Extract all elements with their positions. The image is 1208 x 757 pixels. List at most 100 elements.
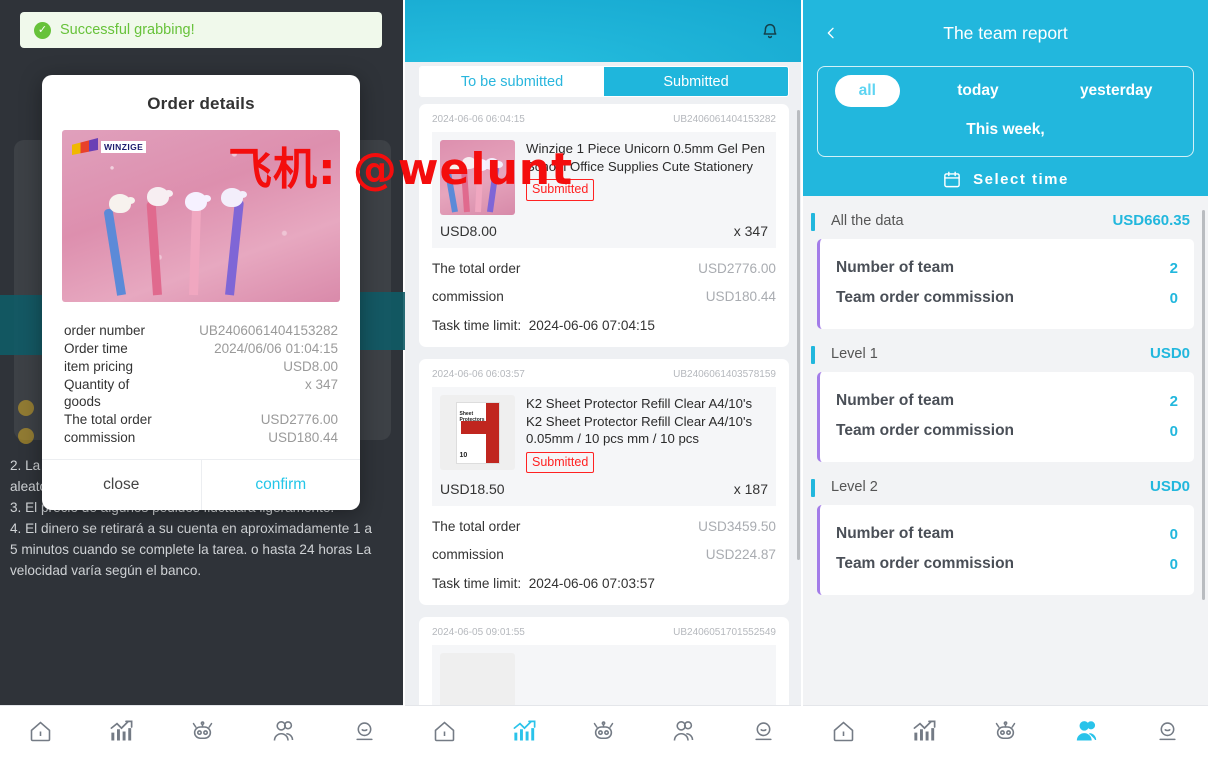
filter-this-week[interactable]: This week,	[942, 114, 1068, 146]
order-commission-row: commission USD180.44	[432, 276, 776, 304]
detail-value: USD2776.00	[260, 412, 338, 427]
detail-row: item pricing USD8.00	[64, 358, 338, 375]
scrollbar-middle[interactable]	[797, 110, 800, 560]
bell-icon[interactable]	[759, 20, 781, 42]
detail-row: Quantity of goods x 347	[64, 376, 338, 410]
sheet-protector-box-icon: Sheet Protectors 10	[455, 401, 500, 464]
order-time-limit: Task time limit: 2024-06-06 07:04:15	[432, 304, 776, 333]
nav-profile[interactable]	[723, 718, 803, 745]
chevron-left-icon[interactable]	[823, 25, 839, 41]
tab-submitted[interactable]: Submitted	[604, 67, 788, 96]
detail-label: Order time	[64, 341, 128, 356]
time-limit-label: Task time limit:	[432, 576, 522, 591]
metric-label: Number of team	[836, 525, 954, 542]
chart-icon	[110, 720, 133, 741]
panel-divider-2	[801, 0, 803, 757]
scrollbar-right[interactable]	[1202, 210, 1205, 600]
metric-value: 0	[1169, 525, 1178, 543]
time-limit-label: Task time limit:	[432, 318, 522, 333]
nav-profile[interactable]	[324, 718, 405, 745]
success-toast: ✓ Successful grabbing!	[20, 12, 382, 48]
nav-chart[interactable]	[485, 718, 565, 745]
order-card[interactable]: 2024-06-05 09:01:55 UB2406051701552549	[419, 617, 789, 705]
metric-row: Number of team 2	[836, 386, 1178, 416]
panel-team-report: The team report all today yesterday This…	[803, 0, 1208, 757]
metric-row: Team order commission 0	[836, 416, 1178, 446]
order-timestamp: 2024-06-06 06:03:57	[432, 369, 525, 380]
status-badge: Submitted	[526, 179, 595, 201]
home-icon	[435, 721, 455, 742]
order-timestamp: 2024-06-05 09:01:55	[432, 627, 525, 638]
detail-value: USD180.44	[268, 430, 338, 445]
quantity: x 347	[733, 223, 768, 239]
background-coin-1	[18, 400, 34, 416]
nav-chart[interactable]	[884, 718, 965, 745]
detail-label: The total order	[64, 412, 152, 427]
section-title: Level 2	[831, 478, 878, 495]
order-detail-rows: order number UB2406061404153282 Order tim…	[42, 318, 360, 459]
order-product: Sheet Protectors 10 K2 Sheet Protector Re…	[432, 387, 776, 473]
detail-row: order number UB2406061404153282	[64, 322, 338, 339]
nav-home[interactable]	[0, 718, 81, 745]
nav-profile[interactable]	[1127, 718, 1208, 745]
filter-all[interactable]: all	[834, 75, 900, 107]
nav-home[interactable]	[405, 718, 485, 745]
filter-row-1: all today yesterday	[818, 75, 1193, 107]
nav-robot[interactable]	[965, 718, 1046, 745]
order-card-header: 2024-06-06 06:03:57 UB2406061403578159	[432, 369, 776, 387]
metric-row: Number of team 0	[836, 519, 1178, 549]
filter-yesterday[interactable]: yesterday	[1056, 75, 1176, 107]
total-label: The total order	[432, 261, 521, 276]
product-description: Winzige 1 Piece Unicorn 0.5mm Gel Pen Sc…	[526, 140, 768, 215]
detail-value: 2024/06/06 01:04:15	[214, 341, 338, 356]
nav-robot[interactable]	[162, 718, 243, 745]
toast-message: Successful grabbing!	[60, 22, 195, 38]
metric-row: Team order commission 0	[836, 283, 1178, 313]
section-title: Level 1	[831, 345, 878, 362]
detail-label: order number	[64, 323, 146, 338]
order-card-header: 2024-06-06 06:04:15 UB2406061404153282	[432, 114, 776, 132]
report-sections[interactable]: All the data USD660.35 Number of team 2 T…	[803, 196, 1208, 705]
metric-value: 0	[1169, 555, 1178, 573]
order-list[interactable]: 2024-06-06 06:04:15 UB2406061404153282 W…	[405, 62, 803, 705]
order-product	[432, 645, 776, 705]
confirm-button[interactable]: confirm	[200, 460, 361, 510]
product-description	[526, 653, 768, 705]
detail-row: commission USD180.44	[64, 429, 338, 446]
section-title: All the data	[831, 212, 904, 229]
bottom-nav-right	[803, 705, 1208, 757]
modal-footer: close confirm	[42, 459, 360, 510]
order-card[interactable]: 2024-06-06 06:04:15 UB2406061404153282 W…	[419, 104, 789, 347]
order-card[interactable]: 2024-06-06 06:03:57 UB2406061403578159 S…	[419, 359, 789, 605]
filter-today[interactable]: today	[933, 75, 1022, 107]
nav-home[interactable]	[803, 718, 884, 745]
profile-icon	[356, 722, 373, 741]
nav-team[interactable]	[243, 718, 324, 745]
detail-label: item pricing	[64, 359, 134, 374]
select-time-label: Select time	[973, 171, 1069, 188]
filter-pill-group: all today yesterday This week,	[817, 66, 1194, 157]
middle-header	[405, 0, 803, 62]
metric-value: 0	[1169, 289, 1178, 307]
tab-to-be-submitted[interactable]: To be submitted	[420, 67, 604, 96]
section-amount: USD0	[1149, 478, 1190, 495]
report-section: All the data USD660.35 Number of team 2 T…	[811, 196, 1194, 329]
nav-robot[interactable]	[564, 718, 644, 745]
detail-row: Order time 2024/06/06 01:04:15	[64, 340, 338, 357]
order-price-row: USD18.50 x 187	[432, 473, 776, 506]
metric-label: Number of team	[836, 259, 954, 276]
nav-team[interactable]	[644, 718, 724, 745]
report-section: Level 1 USD0 Number of team 2 Team order …	[811, 329, 1194, 462]
metric-value: 2	[1169, 392, 1178, 410]
submission-tabs: To be submitted Submitted	[419, 66, 789, 97]
order-time-limit: Task time limit: 2024-06-06 07:03:57	[432, 562, 776, 591]
commission-value: USD180.44	[705, 289, 776, 304]
detail-value: x 347	[304, 377, 338, 392]
order-product: Winzige 1 Piece Unicorn 0.5mm Gel Pen Sc…	[432, 132, 776, 215]
close-button[interactable]: close	[42, 460, 201, 510]
nav-team[interactable]	[1046, 718, 1127, 745]
nav-chart[interactable]	[81, 718, 162, 745]
brand-name: WINZIGE	[101, 140, 147, 153]
select-time-button[interactable]: Select time	[817, 157, 1194, 189]
brand-logo: WINZIGE	[72, 138, 147, 155]
